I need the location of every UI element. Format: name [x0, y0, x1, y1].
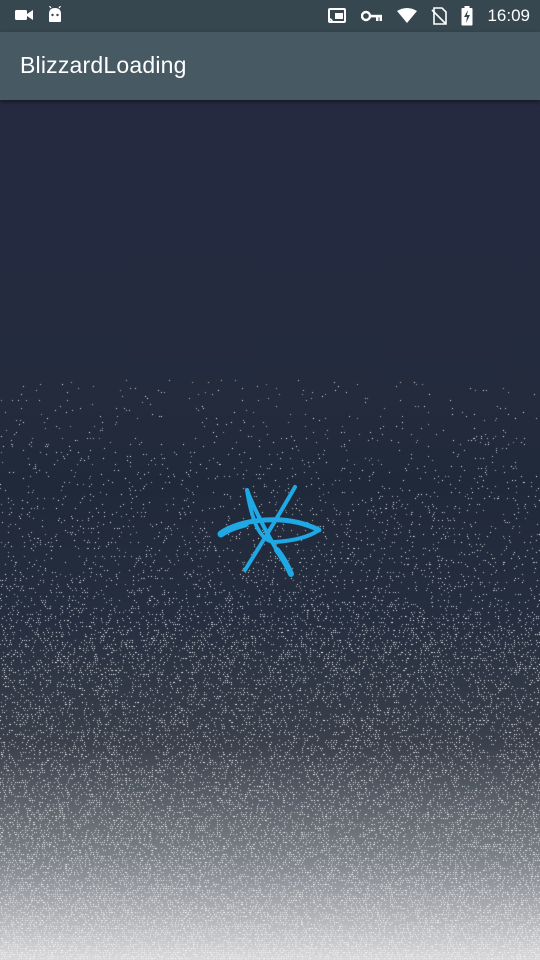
blizzard-star-icon — [215, 482, 325, 582]
cast-icon — [327, 7, 347, 25]
battery-charging-icon — [461, 6, 473, 26]
blizzard-loading-view — [0, 100, 540, 960]
vpn-key-icon — [361, 9, 383, 23]
video-camera-icon — [14, 7, 34, 23]
app-screen: 16:09 BlizzardLoading — [0, 0, 540, 960]
app-title: BlizzardLoading — [20, 52, 187, 78]
status-bar: 16:09 — [0, 0, 540, 32]
status-time: 16:09 — [487, 6, 530, 25]
android-icon — [46, 6, 64, 24]
wifi-icon — [397, 8, 418, 24]
app-bar: BlizzardLoading — [0, 32, 540, 100]
no-sim-icon — [431, 7, 448, 25]
